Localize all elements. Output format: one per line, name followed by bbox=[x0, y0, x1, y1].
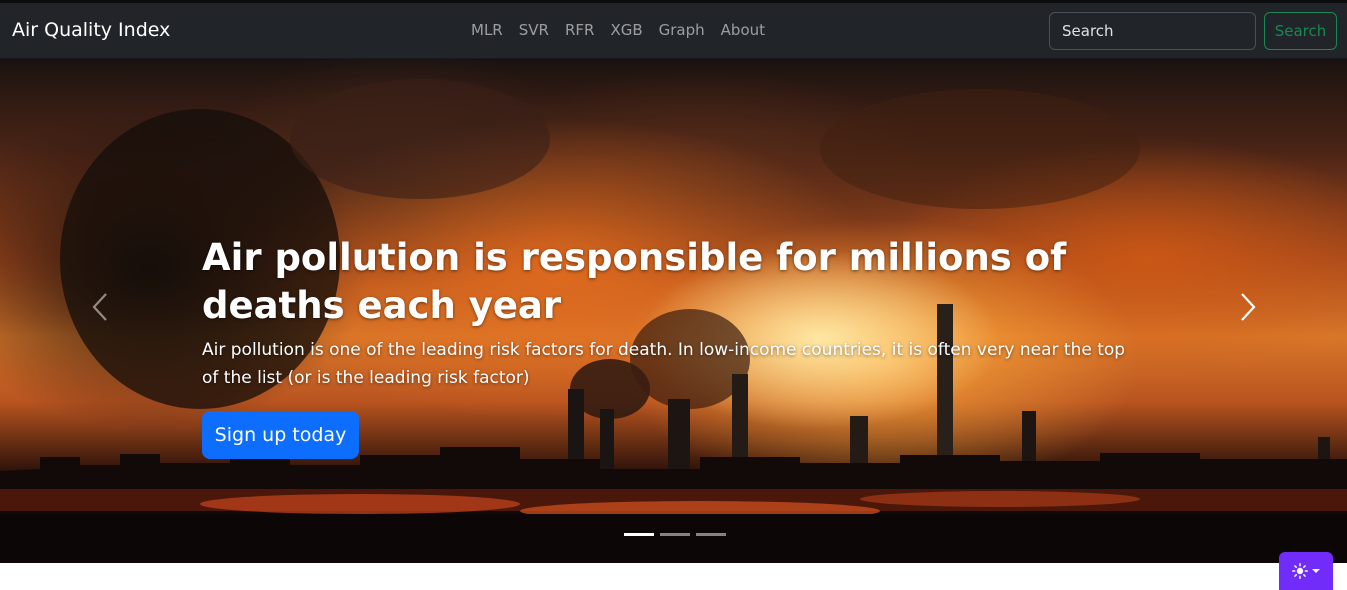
nav-link-svr[interactable]: SVR bbox=[511, 21, 557, 39]
carousel-indicator-3[interactable] bbox=[696, 533, 726, 536]
brand-link[interactable]: Air Quality Index bbox=[12, 19, 170, 41]
chevron-right-icon bbox=[1241, 293, 1256, 321]
hero-heading: Air pollution is responsible for million… bbox=[202, 236, 1067, 327]
carousel-indicators bbox=[624, 533, 726, 536]
carousel-indicator-1[interactable] bbox=[624, 533, 654, 536]
carousel-next-button[interactable] bbox=[1228, 284, 1268, 330]
nav-link-about[interactable]: About bbox=[713, 21, 773, 39]
hero-carousel: Air pollution is responsible for million… bbox=[0, 59, 1347, 563]
navbar: Air Quality Index MLR SVR RFR XGB Graph … bbox=[0, 3, 1347, 59]
nav-link-xgb[interactable]: XGB bbox=[602, 21, 650, 39]
theme-toggle-button[interactable] bbox=[1279, 552, 1333, 590]
nav-link-graph[interactable]: Graph bbox=[651, 21, 713, 39]
carousel-indicator-2[interactable] bbox=[660, 533, 690, 536]
hero-caption: Air pollution is responsible for million… bbox=[202, 234, 1142, 392]
nav-link-rfr[interactable]: RFR bbox=[557, 21, 602, 39]
chevron-left-icon bbox=[92, 293, 107, 321]
sun-icon bbox=[1292, 563, 1308, 579]
search-button[interactable]: Search bbox=[1264, 12, 1337, 50]
carousel-prev-button[interactable] bbox=[80, 284, 120, 330]
caret-down-icon bbox=[1312, 569, 1320, 573]
nav-links: MLR SVR RFR XGB Graph About bbox=[463, 21, 773, 39]
hero-text: Air pollution is one of the leading risk… bbox=[202, 340, 1126, 388]
search-input[interactable] bbox=[1049, 12, 1256, 50]
signup-button[interactable]: Sign up today bbox=[202, 411, 359, 459]
nav-link-mlr[interactable]: MLR bbox=[463, 21, 511, 39]
